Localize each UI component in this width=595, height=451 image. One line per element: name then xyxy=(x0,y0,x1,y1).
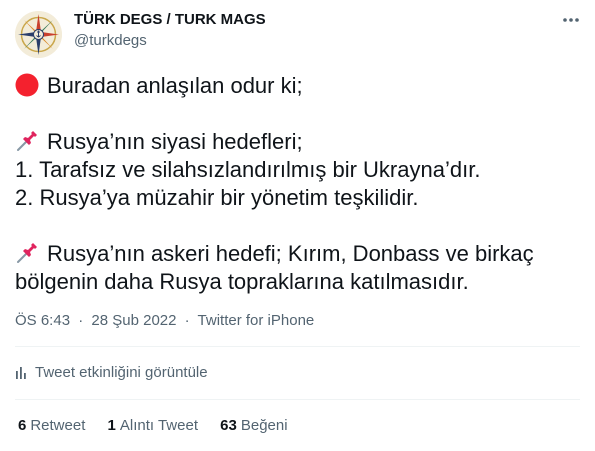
tweet-line: bölgenin daha Rusya topraklarına katılma… xyxy=(15,269,469,294)
meta-separator: · xyxy=(78,312,84,329)
tweet-line: Rusya’nın siyasi hedefleri; xyxy=(15,128,585,156)
display-name[interactable]: TÜRK DEGS / TURK MAGS xyxy=(74,11,266,28)
divider xyxy=(15,399,580,400)
tweet-line: Buradan anlaşılan odur ki; xyxy=(15,72,585,100)
likes-count: 63 xyxy=(220,417,237,434)
retweets-label: Retweet xyxy=(30,417,86,434)
red-circle-icon xyxy=(15,73,39,97)
compass-rose-logo-icon xyxy=(15,11,62,58)
tweet-stats: 6 Retweet 1 Alıntı Tweet 63 Beğeni xyxy=(18,417,306,434)
likes-stat[interactable]: 63 Beğeni xyxy=(220,417,287,434)
divider xyxy=(15,346,580,347)
tweet-line-text: Buradan anlaşılan odur ki; xyxy=(47,73,303,98)
view-tweet-activity-link[interactable]: Tweet etkinliğini görüntüle xyxy=(15,364,208,381)
meta-separator: · xyxy=(184,312,190,329)
retweets-count: 6 xyxy=(18,417,27,434)
tweet-text: Buradan anlaşılan odur ki; Rusya’nın siy… xyxy=(15,72,585,296)
activity-label: Tweet etkinliğini görüntüle xyxy=(35,364,208,381)
tweet-meta: ÖS 6:43 · 28 Şub 2022 · Twitter for iPho… xyxy=(15,312,314,329)
retweets-stat[interactable]: 6 Retweet xyxy=(18,417,85,434)
user-handle[interactable]: @turkdegs xyxy=(74,32,147,49)
tweet-source[interactable]: Twitter for iPhone xyxy=(198,312,315,329)
quote-tweets-stat[interactable]: 1 Alıntı Tweet xyxy=(108,417,198,434)
likes-label: Beğeni xyxy=(240,417,288,434)
more-options-icon[interactable] xyxy=(560,14,582,30)
analytics-icon xyxy=(16,367,26,379)
pushpin-icon xyxy=(17,131,37,151)
tweet-line-text: Rusya’nın siyasi hedefleri; xyxy=(47,129,303,154)
tweet-time[interactable]: ÖS 6:43 xyxy=(15,312,70,329)
tweet-line: 1. Tarafsız ve silahsızlandırılmış bir U… xyxy=(15,157,481,182)
tweet-line: Rusya’nın askeri hedefi; Kırım, Donbass … xyxy=(15,240,585,268)
pushpin-icon xyxy=(17,243,37,263)
quote-tweets-label: Alıntı Tweet xyxy=(119,417,198,434)
quote-tweets-count: 1 xyxy=(107,417,116,434)
tweet-line: 2. Rusya’ya müzahir bir yönetim teşkilid… xyxy=(15,185,419,210)
tweet-card: TÜRK DEGS / TURK MAGS @turkdegs Buradan … xyxy=(0,0,595,451)
tweet-date[interactable]: 28 Şub 2022 xyxy=(91,312,176,329)
avatar[interactable] xyxy=(15,11,62,58)
tweet-line-text: Rusya’nın askeri hedefi; Kırım, Donbass … xyxy=(47,241,534,266)
